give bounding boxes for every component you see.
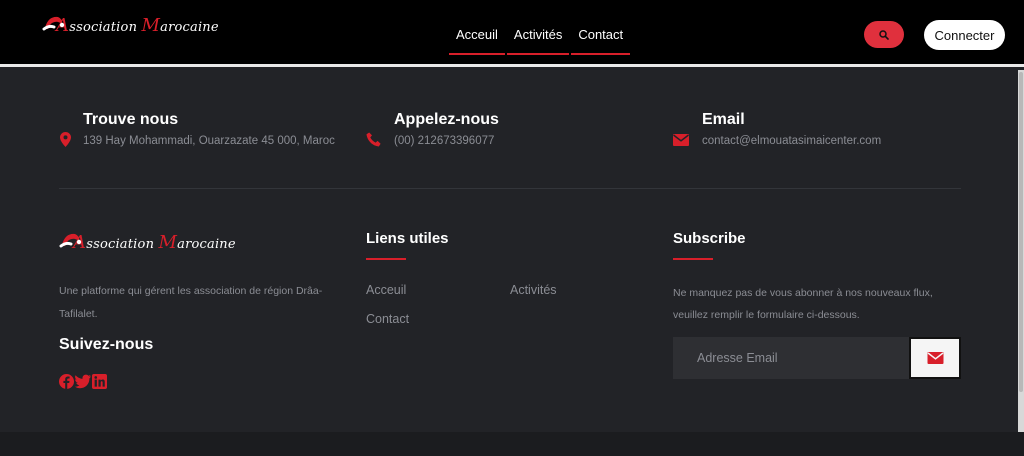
footer-link-activites[interactable]: Activités <box>510 283 557 297</box>
email-value[interactable]: contact@elmouatasimaicenter.com <box>702 135 881 147</box>
linkedin-icon[interactable] <box>92 374 107 389</box>
address-title: Trouve nous <box>83 111 179 128</box>
facebook-icon[interactable] <box>59 374 74 389</box>
nav-activites[interactable]: Activités <box>506 18 570 55</box>
social-links <box>59 374 107 389</box>
email-input[interactable] <box>673 337 909 379</box>
footer-brand-name: Association Marocaine <box>73 231 236 253</box>
section-divider <box>59 188 961 189</box>
email-title: Email <box>702 111 745 128</box>
envelope-icon <box>673 134 689 146</box>
subscribe-title: Subscribe <box>673 230 746 247</box>
page-scrollbar-thumb[interactable] <box>1019 72 1023 392</box>
main-nav: Acceuil Activités Contact <box>448 18 631 55</box>
phone-title: Appelez-nous <box>394 111 499 128</box>
subscribe-underline <box>673 258 713 260</box>
twitter-icon[interactable] <box>75 374 91 389</box>
brand-logo[interactable]: Association Marocaine <box>42 14 219 36</box>
phone-value: (00) 212673396077 <box>394 135 495 147</box>
phone-icon <box>366 132 381 147</box>
santa-hat-icon <box>59 233 82 248</box>
footer-link-acceuil[interactable]: Acceuil <box>366 283 406 297</box>
address-value: 139 Hay Mohammadi, Ouarzazate 45 000, Ma… <box>83 135 335 147</box>
brand-name: Association Marocaine <box>56 14 219 36</box>
about-description: Une platforme qui gérent les association… <box>59 285 323 320</box>
top-navbar: Association Marocaine Acceuil Activités … <box>0 0 1024 67</box>
search-icon <box>879 29 889 40</box>
nav-acceuil[interactable]: Acceuil <box>449 18 505 55</box>
useful-links-underline <box>366 258 406 260</box>
copyright-bar <box>0 432 1024 456</box>
connect-button[interactable]: Connecter <box>924 20 1005 50</box>
useful-links-title: Liens utiles <box>366 230 449 247</box>
envelope-icon <box>927 352 943 364</box>
map-marker-icon <box>60 132 71 147</box>
search-button[interactable] <box>864 21 904 48</box>
santa-hat-icon <box>42 16 65 31</box>
nav-contact[interactable]: Contact <box>571 18 631 55</box>
footer-link-contact[interactable]: Contact <box>366 312 409 326</box>
subscribe-description: Ne manquez pas de vous abonner à nos nou… <box>673 287 933 321</box>
footer-brand-logo[interactable]: Association Marocaine <box>59 231 236 253</box>
subscribe-send-button[interactable] <box>909 337 961 379</box>
follow-title: Suivez-nous <box>59 336 154 353</box>
